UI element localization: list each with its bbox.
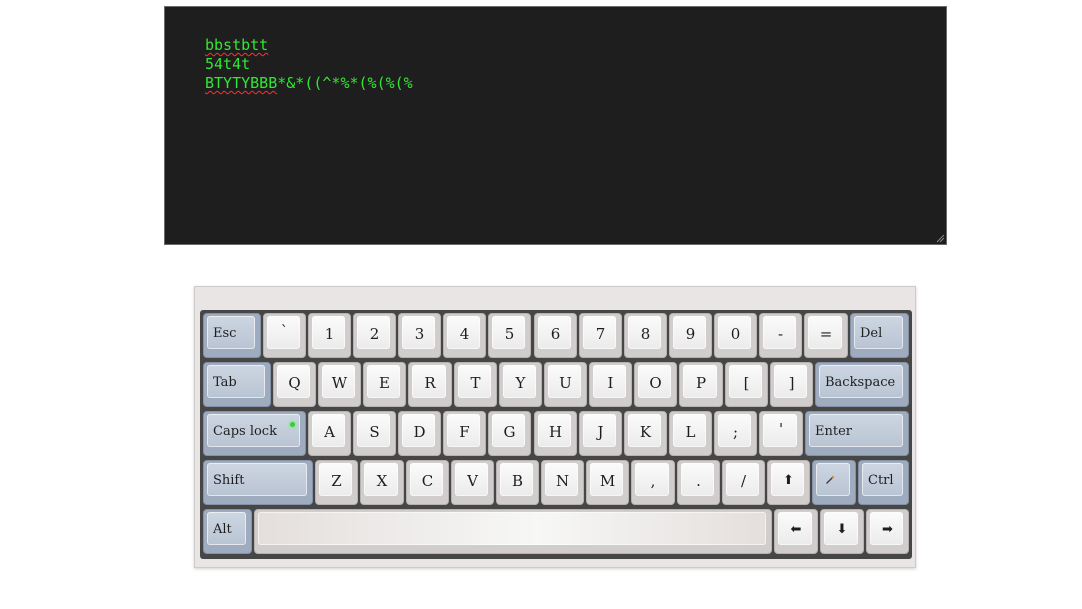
key-w[interactable]: W <box>318 362 361 407</box>
key-e[interactable]: E <box>363 362 406 407</box>
key-3[interactable]: 3 <box>398 313 441 358</box>
key-l[interactable]: L <box>669 411 712 456</box>
key-c[interactable]: C <box>406 460 449 505</box>
key-minus[interactable]: - <box>759 313 802 358</box>
pencil-icon <box>826 475 835 484</box>
key-ctrl[interactable]: Ctrl <box>858 460 909 505</box>
key-quote[interactable]: ' <box>759 411 803 456</box>
key-caps-lock[interactable]: Caps lock <box>203 411 306 456</box>
key-p[interactable]: P <box>679 362 723 407</box>
key-n[interactable]: N <box>541 460 584 505</box>
key-alt[interactable]: Alt <box>203 509 252 554</box>
key-arrow-right[interactable]: ➡ <box>866 509 909 554</box>
editor-line-3-rest: *&*((^*%*(%(%(% <box>277 74 413 92</box>
key-enter[interactable]: Enter <box>805 411 909 456</box>
editor-line-1: bbstbtt <box>205 36 413 55</box>
key-arrow-down[interactable]: ⬇ <box>820 509 864 554</box>
key-s[interactable]: S <box>353 411 396 456</box>
key-8[interactable]: 8 <box>624 313 667 358</box>
caps-lock-indicator <box>290 422 295 427</box>
key-period[interactable]: . <box>677 460 720 505</box>
key-1[interactable]: 1 <box>308 313 351 358</box>
editor-line-3: BTYTYBBB*&*((^*%*(%(%(% <box>205 74 413 93</box>
key-right-bracket[interactable]: ] <box>770 362 813 407</box>
key-9[interactable]: 9 <box>669 313 712 358</box>
key-tab[interactable]: Tab <box>203 362 271 407</box>
key-shift[interactable]: Shift <box>203 460 313 505</box>
key-backspace[interactable]: Backspace <box>815 362 909 407</box>
key-x[interactable]: X <box>360 460 404 505</box>
key-g[interactable]: G <box>488 411 531 456</box>
key-z[interactable]: Z <box>315 460 358 505</box>
key-u[interactable]: U <box>544 362 587 407</box>
key-b[interactable]: B <box>496 460 539 505</box>
key-arrow-up[interactable]: ⬆ <box>767 460 810 505</box>
key-v[interactable]: V <box>451 460 494 505</box>
key-arrow-left[interactable]: ⬅ <box>774 509 818 554</box>
key-r[interactable]: R <box>408 362 452 407</box>
key-k[interactable]: K <box>624 411 667 456</box>
key-backtick[interactable]: ` <box>263 313 306 358</box>
key-d[interactable]: D <box>398 411 441 456</box>
key-i[interactable]: I <box>589 362 632 407</box>
key-7[interactable]: 7 <box>579 313 622 358</box>
key-slash[interactable]: / <box>722 460 765 505</box>
misspelled-word: BTYTYBBB <box>205 74 278 92</box>
key-j[interactable]: J <box>579 411 622 456</box>
key-5[interactable]: 5 <box>488 313 531 358</box>
key-equals[interactable]: = <box>804 313 848 358</box>
key-semicolon[interactable]: ; <box>714 411 757 456</box>
key-0[interactable]: 0 <box>714 313 757 358</box>
editor-text: bbstbtt 54t4t BTYTYBBB*&*((^*%*(%(%(% <box>205 36 413 93</box>
key-o[interactable]: O <box>634 362 677 407</box>
key-space[interactable] <box>254 509 772 554</box>
key-del[interactable]: Del <box>850 313 909 358</box>
resize-grip-icon[interactable] <box>935 233 945 243</box>
key-y[interactable]: Y <box>499 362 542 407</box>
editor-line-2: 54t4t <box>205 55 251 73</box>
key-6[interactable]: 6 <box>534 313 577 358</box>
key-esc[interactable]: Esc <box>203 313 261 358</box>
key-fn[interactable] <box>812 460 856 505</box>
key-q[interactable]: Q <box>273 362 316 407</box>
key-f[interactable]: F <box>443 411 486 456</box>
key-comma[interactable]: , <box>631 460 675 505</box>
key-a[interactable]: A <box>308 411 351 456</box>
misspelled-word: bbstbtt <box>205 36 269 54</box>
key-2[interactable]: 2 <box>353 313 396 358</box>
key-h[interactable]: H <box>534 411 577 456</box>
key-left-bracket[interactable]: [ <box>725 362 768 407</box>
text-editor[interactable]: bbstbtt 54t4t BTYTYBBB*&*((^*%*(%(%(% <box>164 6 947 245</box>
key-4[interactable]: 4 <box>443 313 486 358</box>
key-t[interactable]: T <box>454 362 497 407</box>
key-m[interactable]: M <box>586 460 629 505</box>
